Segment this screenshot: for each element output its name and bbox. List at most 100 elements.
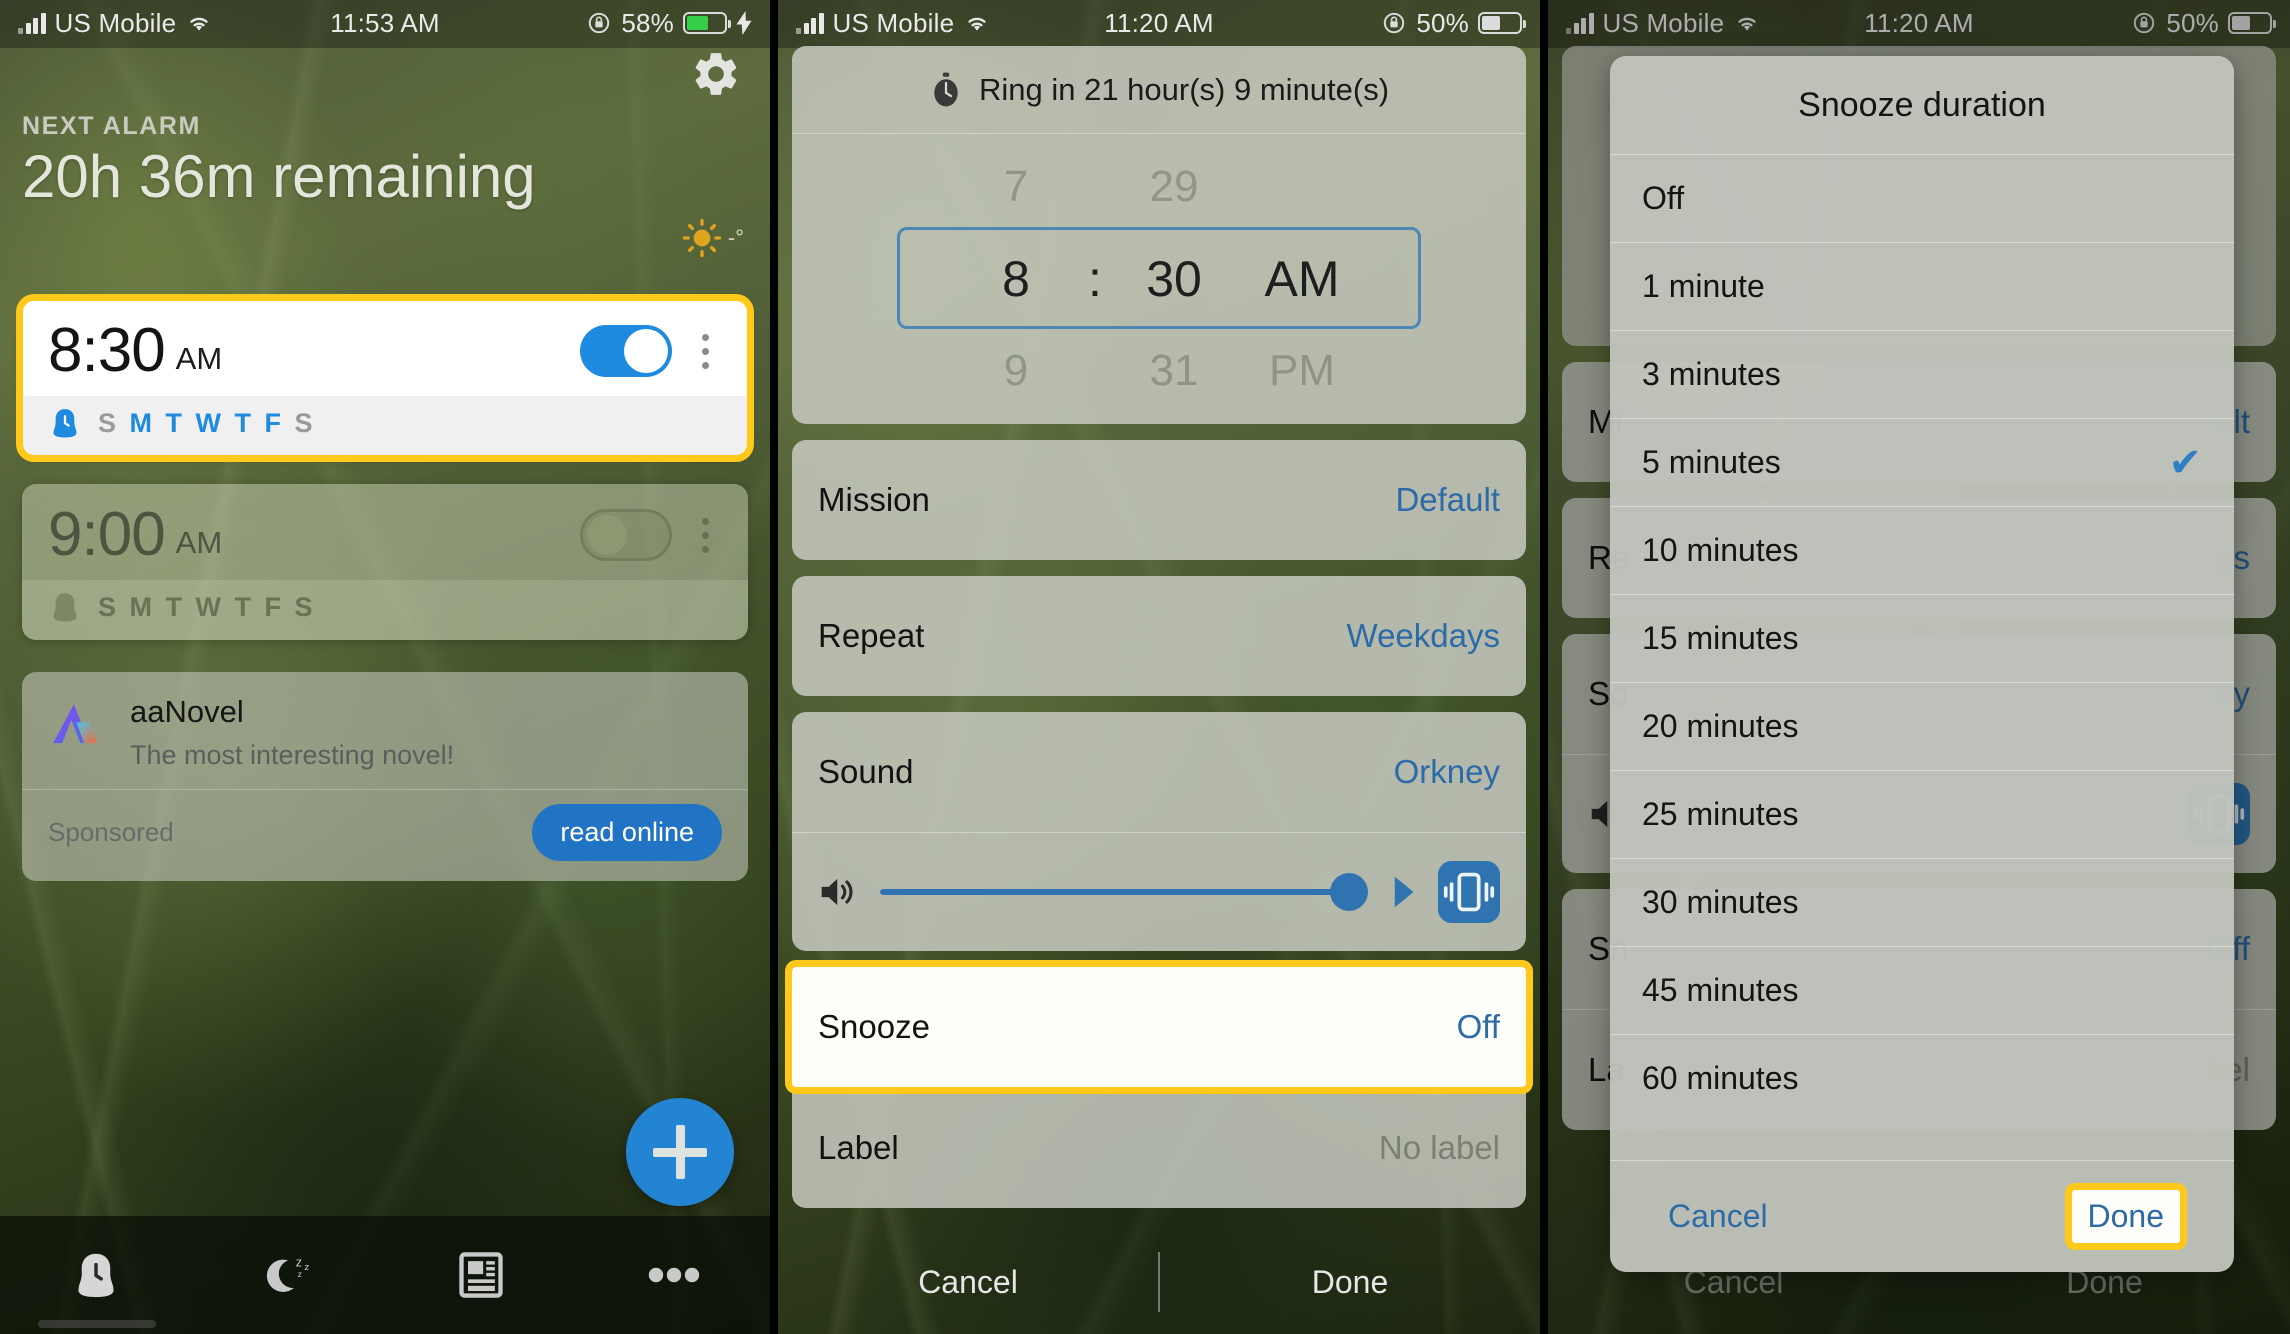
option-1-minute-label: 1 minute (1642, 268, 1765, 304)
option-30-minutes[interactable]: 30 minutes (1610, 858, 2234, 946)
nav-item-news[interactable] (385, 1216, 578, 1334)
signal-bars-icon (18, 12, 46, 34)
row-repeat-value: Weekdays (1346, 617, 1500, 654)
status-right: 50% (1381, 8, 1526, 39)
alarm-card-2-main: 9:00 AM (22, 484, 748, 580)
day-m: M (129, 407, 153, 438)
alarm-list: 8:30 AM S M T W T F S 9:00 AM S M T W T … (16, 294, 754, 881)
ring-countdown-row: Ring in 21 hour(s) 9 minute(s) (792, 46, 1526, 134)
volume-row (792, 833, 1526, 951)
news-card-icon (459, 1252, 503, 1298)
dialog-cancel-button[interactable]: Cancel (1664, 1192, 1772, 1241)
picker-selection-box (897, 227, 1421, 329)
option-45-minutes-label: 45 minutes (1642, 972, 1799, 1008)
option-3-minutes[interactable]: 3 minutes (1610, 330, 2234, 418)
alarm-card-1-days: S M T W T F S (22, 396, 748, 456)
day-s1: S (98, 407, 117, 438)
dialog-options-list[interactable]: Off 1 minute 3 minutes 5 minutes ✔ 10 mi… (1610, 154, 2234, 1160)
next-alarm-value: 20h 36m remaining (22, 143, 536, 210)
row-snooze-label: Snooze (818, 1008, 930, 1045)
moon-zzz-icon: z z z (266, 1255, 309, 1292)
add-alarm-fab[interactable] (626, 1098, 734, 1206)
option-30-minutes-label: 30 minutes (1642, 884, 1799, 920)
sun-icon (682, 218, 722, 258)
ad-cta-button[interactable]: read online (532, 804, 722, 861)
svg-text:z: z (297, 1269, 301, 1279)
alarm-card-1-toggle[interactable] (580, 325, 672, 377)
option-25-minutes[interactable]: 25 minutes (1610, 770, 2234, 858)
alarm-edit-body: Ring in 21 hour(s) 9 minute(s) 7 8 9 : 2… (778, 46, 1540, 1334)
screenshot-root: US Mobile 11:53 AM 58% NEXT ALARM 20h 36… (0, 0, 2290, 1334)
row-snooze[interactable]: Snooze Off (785, 960, 1533, 1094)
volume-slider[interactable] (880, 873, 1368, 911)
option-45-minutes[interactable]: 45 minutes (1610, 946, 2234, 1034)
day-w: W (195, 407, 222, 438)
option-5-minutes-label: 5 minutes (1642, 444, 1781, 480)
vibrate-icon[interactable] (1438, 861, 1500, 923)
row-label[interactable]: Label No label (792, 1088, 1526, 1208)
hour-prev: 7 (1003, 162, 1029, 211)
dialog-title: Snooze duration (1798, 85, 2046, 124)
gear-icon[interactable] (690, 48, 742, 100)
option-15-minutes[interactable]: 15 minutes (1610, 594, 2234, 682)
alarm-card-1[interactable]: 8:30 AM S M T W T F S (16, 294, 754, 462)
nav-item-more[interactable] (578, 1216, 771, 1334)
row-sound[interactable]: Sound Orkney (792, 712, 1526, 832)
option-1-minute[interactable]: 1 minute (1610, 242, 2234, 330)
status-bar: US Mobile 11:53 AM 58% (0, 0, 770, 46)
option-off[interactable]: Off (1610, 154, 2234, 242)
row-sound-value: Orkney (1393, 753, 1500, 790)
option-60-minutes-label: 60 minutes (1642, 1060, 1799, 1096)
status-bar: US Mobile 11:20 AM 50% (778, 0, 1540, 46)
battery-icon (683, 12, 731, 34)
option-25-minutes-label: 25 minutes (1642, 796, 1799, 832)
signal-bars-icon (796, 12, 824, 34)
alarm-clock-icon (53, 409, 77, 438)
alarm-card-1-ampm: AM (175, 341, 223, 376)
dialog-done-button[interactable]: Done (2064, 1183, 2187, 1250)
alarm-card-2[interactable]: 9:00 AM S M T W T F S (22, 484, 748, 640)
alarm-clock-icon (53, 593, 77, 622)
panel-divider-1 (770, 0, 778, 1334)
option-off-label: Off (1642, 180, 1685, 216)
picker-sheet: Ring in 21 hour(s) 9 minute(s) 7 8 9 : 2… (792, 46, 1526, 424)
alarm-card-2-daylist: S M T W T F S (98, 592, 313, 623)
wifi-icon (190, 17, 208, 31)
volume-slider-knob[interactable] (1330, 873, 1368, 911)
svg-text:z: z (296, 1255, 302, 1269)
day-s1: S (98, 591, 117, 622)
option-10-minutes[interactable]: 10 minutes (1610, 506, 2234, 594)
alarm-card-1-overflow-icon[interactable] (688, 333, 722, 369)
edit-done-button[interactable]: Done (1160, 1264, 1540, 1301)
ampm-next: PM (1269, 346, 1335, 395)
dialog-actions: Cancel Done (1610, 1160, 2234, 1272)
weather-widget: -° (682, 218, 744, 258)
battery-icon (1478, 12, 1526, 34)
alarm-card-2-overflow-icon[interactable] (688, 517, 722, 553)
row-repeat[interactable]: Repeat Weekdays (792, 576, 1526, 696)
plus-icon (653, 1125, 707, 1179)
time-picker[interactable]: 7 8 9 : 29 30 31 AM PM (792, 134, 1526, 424)
alarm-card-2-days: S M T W T F S (22, 580, 748, 640)
row-mission[interactable]: Mission Default (792, 440, 1526, 560)
option-5-minutes[interactable]: 5 minutes ✔ (1610, 418, 2234, 506)
alarm-card-2-toggle[interactable] (580, 509, 672, 561)
panel-snooze-dialog: US Mobile 11:20 AM 50% Mi So Sn La Cance… (1548, 0, 2290, 1334)
bottom-nav: z z z (0, 1216, 770, 1334)
sponsored-ad-card[interactable]: aaNovel The most interesting novel! Spon… (22, 672, 748, 881)
day-f: F (264, 591, 282, 622)
snooze-label-sheet: Snooze Off Label No label (785, 960, 1533, 1208)
option-10-minutes-label: 10 minutes (1642, 532, 1799, 568)
row-mission-label: Mission (818, 481, 930, 518)
nav-item-sleep[interactable]: z z z (193, 1216, 386, 1334)
option-20-minutes[interactable]: 20 minutes (1610, 682, 2234, 770)
option-60-minutes[interactable]: 60 minutes (1610, 1034, 2234, 1122)
speaker-icon (821, 878, 853, 906)
day-f: F (264, 407, 282, 438)
ad-text: aaNovel The most interesting novel! (130, 694, 454, 771)
edit-cancel-button[interactable]: Cancel (778, 1264, 1158, 1301)
temperature-label: -° (727, 225, 744, 250)
nav-item-alarm[interactable] (0, 1216, 193, 1334)
day-t2: T (234, 407, 252, 438)
play-icon[interactable] (1392, 875, 1418, 909)
